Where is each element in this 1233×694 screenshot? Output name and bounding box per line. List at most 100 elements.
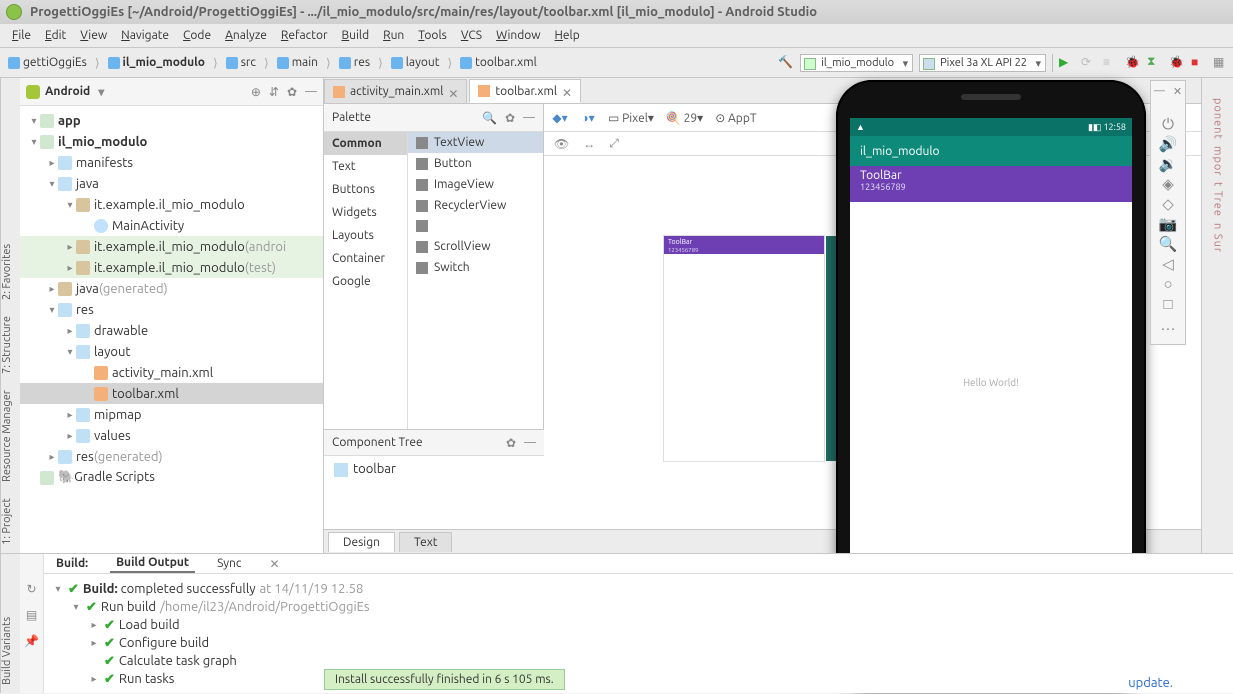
- project-tree[interactable]: ▾app▾il_mio_modulo▸manifests▾java▾it.exa…: [20, 106, 323, 553]
- tree-row[interactable]: ▸it.example.il_mio_modulo (test): [20, 257, 323, 278]
- tree-row[interactable]: ▸values: [20, 425, 323, 446]
- filter-icon[interactable]: ▤: [26, 608, 37, 622]
- strip-resource-manager[interactable]: Resource Manager: [1, 390, 20, 482]
- palette-item[interactable]: TextView: [408, 132, 543, 153]
- hide-icon[interactable]: —: [524, 436, 536, 450]
- api-selector[interactable]: 🍭 29▾: [666, 111, 703, 125]
- breadcrumb-item[interactable]: res: [335, 54, 374, 71]
- build-output-tree[interactable]: ▾✔Build: completed successfully at 14/11…: [44, 574, 1233, 694]
- emu-control-icon[interactable]: ◁: [1158, 254, 1178, 274]
- close-tab-icon[interactable]: ✕: [448, 87, 458, 97]
- menu-analyze[interactable]: Analyze: [219, 27, 273, 44]
- search-icon[interactable]: 🔍: [482, 111, 497, 125]
- editor-tab[interactable]: activity_main.xml✕: [324, 79, 467, 103]
- menu-file[interactable]: File: [6, 27, 37, 44]
- tab-sync[interactable]: Sync: [211, 555, 247, 572]
- breadcrumb-item[interactable]: toolbar.xml: [456, 54, 541, 71]
- build-row[interactable]: ▸✔Load build: [52, 616, 1225, 634]
- emu-control-icon[interactable]: 🔍: [1158, 234, 1178, 254]
- emu-control-icon[interactable]: ◇: [1158, 194, 1178, 214]
- tree-row[interactable]: ▾layout: [20, 341, 323, 362]
- menu-help[interactable]: Help: [549, 27, 586, 44]
- menu-run[interactable]: Run: [377, 27, 410, 44]
- restart-icon[interactable]: ↻: [26, 582, 36, 596]
- close-icon[interactable]: ✕: [1173, 85, 1182, 98]
- right-strip-label[interactable]: t Tree: [1212, 182, 1224, 217]
- project-view-selector[interactable]: Android: [45, 85, 104, 98]
- strip----structure[interactable]: 7: Structure: [1, 316, 20, 374]
- locate-icon[interactable]: ⊕: [251, 85, 261, 99]
- build-gutter[interactable]: ↻ ▤ 📌: [20, 554, 44, 693]
- emu-control-icon[interactable]: ⏻: [1158, 114, 1178, 134]
- build-row[interactable]: ✔Calculate task graph: [52, 652, 1225, 670]
- emulator-controls[interactable]: —✕ ⏻🔊🔉◈◇📷🔍◁○□…: [1150, 80, 1186, 345]
- breadcrumb[interactable]: gettiOggiEs⟩il_mio_modulo⟩src⟩main⟩res⟩l…: [4, 54, 541, 71]
- expand-arrow-icon[interactable]: ▾: [46, 178, 58, 190]
- palette-cat-text[interactable]: Text: [324, 155, 407, 178]
- scroll-icon[interactable]: ⇵: [269, 85, 279, 99]
- breadcrumb-item[interactable]: gettiOggiEs: [4, 54, 91, 71]
- palette-item[interactable]: RecyclerView: [408, 195, 543, 216]
- menu-edit[interactable]: Edit: [39, 27, 72, 44]
- settings-icon[interactable]: ✿: [287, 85, 297, 99]
- tree-row[interactable]: activity_main.xml: [20, 362, 323, 383]
- breadcrumb-item[interactable]: il_mio_modulo: [104, 54, 209, 71]
- emu-control-icon[interactable]: …: [1158, 314, 1178, 334]
- apply-changes-icon[interactable]: ⟳: [1081, 55, 1097, 71]
- palette-cat-widgets[interactable]: Widgets: [324, 201, 407, 224]
- expand-arrow-icon[interactable]: ▾: [64, 199, 76, 211]
- profile-icon[interactable]: ⧗: [1147, 55, 1163, 71]
- tree-row[interactable]: ▾res: [20, 299, 323, 320]
- component-tree-root[interactable]: toolbar: [353, 462, 396, 476]
- palette-categories[interactable]: CommonTextButtonsWidgetsLayoutsContainer…: [324, 132, 408, 429]
- tree-row[interactable]: ▸res (generated): [20, 446, 323, 467]
- expand-arrow-icon[interactable]: ▾: [46, 304, 58, 316]
- tree-row[interactable]: ▸manifests: [20, 152, 323, 173]
- surface-icon[interactable]: ◆▾: [552, 110, 568, 126]
- gear-icon[interactable]: ✿: [506, 436, 516, 450]
- tab-text[interactable]: Text: [399, 532, 453, 552]
- expand-arrow-icon[interactable]: ▸: [64, 325, 76, 337]
- menu-tools[interactable]: Tools: [412, 27, 453, 44]
- menu-navigate[interactable]: Navigate: [115, 27, 175, 44]
- palette-cat-container[interactable]: Container: [324, 247, 407, 270]
- close-tab-icon[interactable]: ✕: [562, 86, 572, 96]
- run-config-combo[interactable]: il_mio_modulo: [800, 54, 913, 72]
- menu-vcs[interactable]: VCS: [455, 27, 488, 44]
- emu-control-icon[interactable]: ○: [1158, 274, 1178, 294]
- menu-build[interactable]: Build: [336, 27, 376, 44]
- preview-device-frame[interactable]: ToolBar123456789: [664, 236, 824, 461]
- component-tree[interactable]: toolbar: [324, 456, 544, 483]
- run-icon[interactable]: ▶: [1059, 55, 1075, 71]
- tab-design[interactable]: Design: [328, 532, 395, 552]
- expand-arrow-icon[interactable]: ▸: [64, 409, 76, 421]
- hide-icon[interactable]: —: [305, 85, 317, 99]
- theme-selector[interactable]: ⊙ AppT: [715, 111, 756, 125]
- palette-item[interactable]: Switch: [408, 257, 543, 278]
- tree-row[interactable]: ▾java: [20, 173, 323, 194]
- orientation-icon[interactable]: ◑▾: [580, 110, 596, 126]
- palette-item[interactable]: Button: [408, 153, 543, 174]
- expand-arrow-icon[interactable]: ▾: [28, 115, 40, 127]
- menu-refactor[interactable]: Refactor: [275, 27, 334, 44]
- palette-item[interactable]: ScrollView: [408, 236, 543, 257]
- close-tabs-icon[interactable]: ✕: [269, 557, 279, 571]
- expand-arrow-icon[interactable]: ▾: [28, 136, 40, 148]
- pan-icon[interactable]: ↔: [583, 137, 595, 151]
- avd-manager-icon[interactable]: ▦: [1213, 55, 1229, 71]
- debug-icon[interactable]: 🐞: [1125, 55, 1141, 71]
- build-tabs[interactable]: Build: Build Output Sync ✕: [44, 554, 1233, 574]
- breadcrumb-item[interactable]: main: [273, 54, 322, 71]
- tree-row[interactable]: ▾it.example.il_mio_modulo: [20, 194, 323, 215]
- tab-build-output[interactable]: Build Output: [110, 554, 195, 573]
- menu-window[interactable]: Window: [490, 27, 546, 44]
- strip----project[interactable]: 1: Project: [1, 498, 20, 545]
- expand-arrow-icon[interactable]: ▸: [46, 451, 58, 463]
- device-combo[interactable]: Pixel 3a XL API 22: [919, 54, 1046, 72]
- palette-cat-common[interactable]: Common: [324, 132, 407, 155]
- expand-arrow-icon[interactable]: ▸: [46, 283, 58, 295]
- editor-tab[interactable]: toolbar.xml✕: [469, 79, 581, 103]
- menu-code[interactable]: Code: [177, 27, 217, 44]
- attach-debugger-icon[interactable]: 🐞: [1169, 55, 1185, 71]
- expand-arrow-icon[interactable]: ▸: [64, 430, 76, 442]
